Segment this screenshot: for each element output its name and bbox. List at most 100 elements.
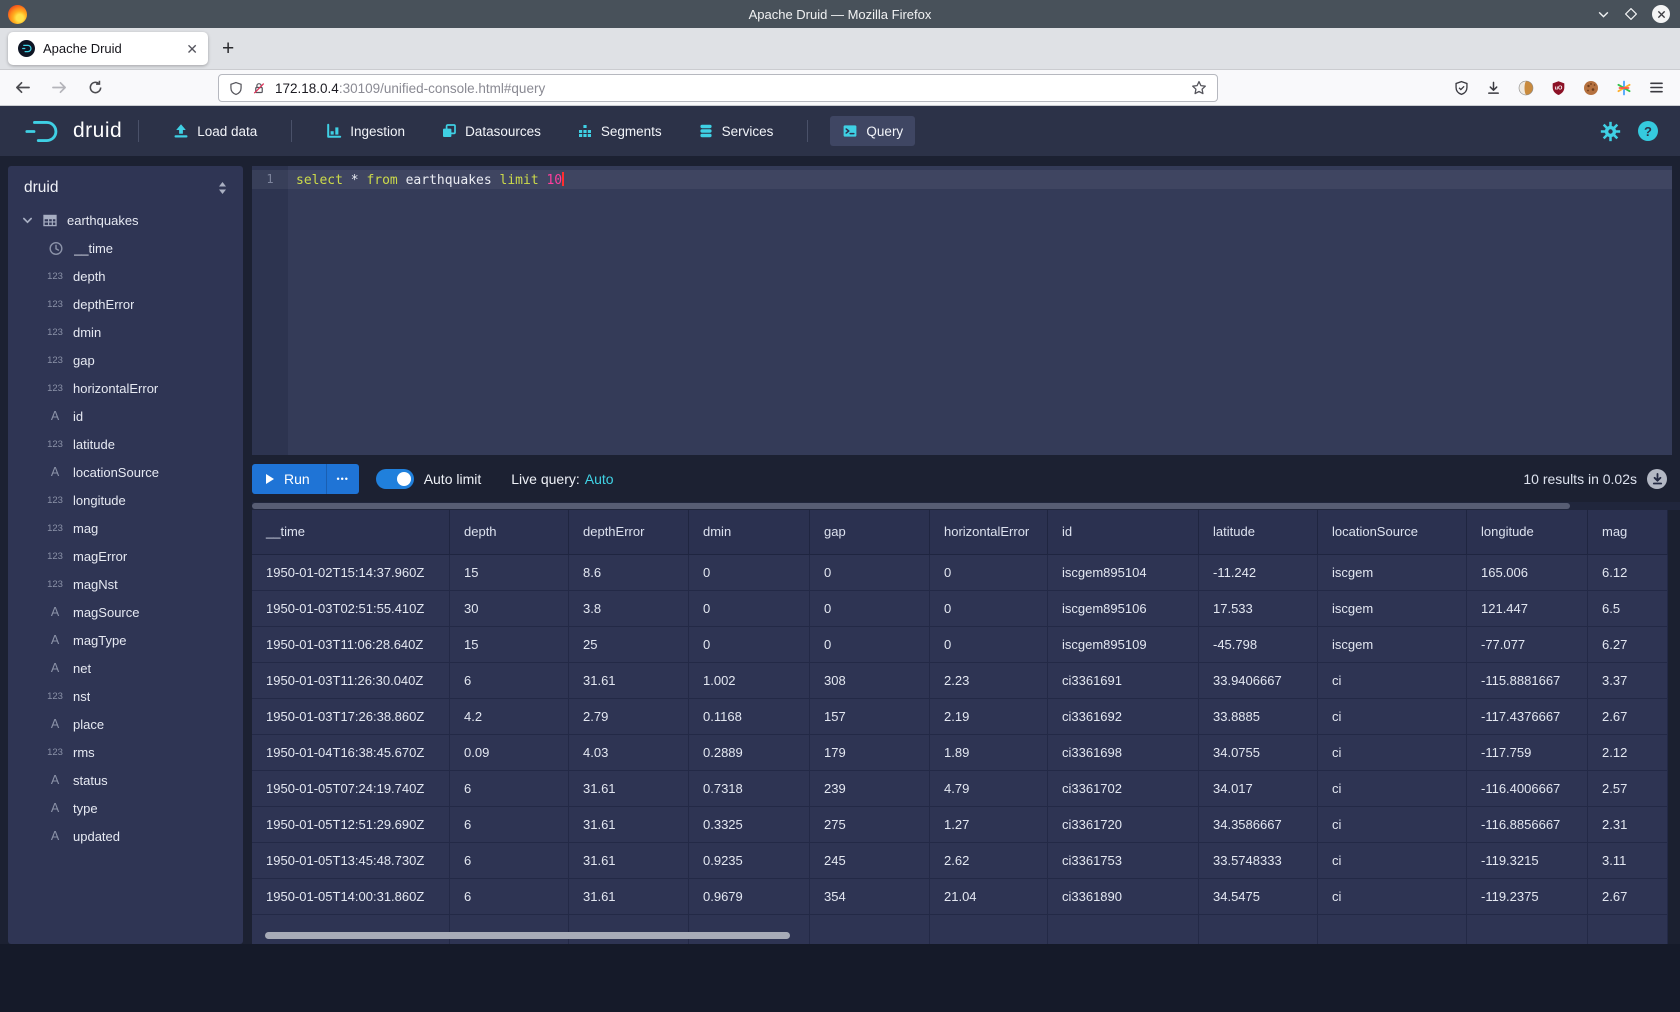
menu-hamburger-icon[interactable] (1649, 81, 1664, 94)
table-cell[interactable]: 2.31 (1588, 807, 1668, 843)
bookmark-star-icon[interactable] (1191, 80, 1207, 96)
table-cell[interactable]: 0.7318 (689, 771, 810, 807)
table-cell[interactable]: 2.79 (569, 699, 689, 735)
auto-limit-toggle[interactable] (376, 469, 414, 489)
column-item-depth[interactable]: 123depth (8, 262, 243, 290)
column-item-net[interactable]: Anet (8, 654, 243, 682)
column-item-horizontalError[interactable]: 123horizontalError (8, 374, 243, 402)
column-item-nst[interactable]: 123nst (8, 682, 243, 710)
column-item-magError[interactable]: 123magError (8, 542, 243, 570)
table-cell[interactable]: ci (1318, 663, 1467, 699)
druid-logo[interactable]: druid (24, 118, 122, 145)
table-cell[interactable]: 1950-01-05T07:24:19.740Z (252, 771, 450, 807)
table-cell[interactable]: 2.19 (930, 699, 1048, 735)
table-cell[interactable]: ci (1318, 771, 1467, 807)
header-longitude[interactable]: longitude (1467, 510, 1588, 555)
table-cell[interactable]: 1950-01-03T02:51:55.410Z (252, 591, 450, 627)
table-cell[interactable]: 34.3586667 (1199, 807, 1318, 843)
tab-close-icon[interactable]: ✕ (186, 42, 198, 56)
table-cell[interactable]: iscgem895104 (1048, 555, 1199, 591)
table-cell[interactable]: 0 (689, 555, 810, 591)
header-__time[interactable]: __time (252, 510, 450, 555)
table-cell[interactable]: 33.5748333 (1199, 843, 1318, 879)
table-cell[interactable]: 0 (930, 555, 1048, 591)
table-cell[interactable]: 0 (810, 627, 930, 663)
table-cell[interactable]: ci3361720 (1048, 807, 1199, 843)
downloads-icon[interactable] (1486, 80, 1501, 96)
table-cell[interactable]: 6 (450, 771, 569, 807)
column-item-depthError[interactable]: 123depthError (8, 290, 243, 318)
column-item-latitude[interactable]: 123latitude (8, 430, 243, 458)
table-cell[interactable]: 3.37 (1588, 663, 1668, 699)
settings-gear-icon[interactable] (1600, 121, 1621, 142)
table-cell[interactable]: 1950-01-04T16:38:45.670Z (252, 735, 450, 771)
column-item-id[interactable]: Aid (8, 402, 243, 430)
table-cell[interactable]: 157 (810, 699, 930, 735)
table-cell[interactable]: 6 (450, 807, 569, 843)
table-cell[interactable]: -119.2375 (1467, 879, 1588, 915)
forward-icon[interactable] (51, 80, 68, 95)
table-cell[interactable]: 0.2889 (689, 735, 810, 771)
table-cell[interactable]: ci (1318, 807, 1467, 843)
table-cell[interactable]: 6.5 (1588, 591, 1668, 627)
column-item-status[interactable]: Astatus (8, 766, 243, 794)
table-cell[interactable]: ci3361698 (1048, 735, 1199, 771)
table-cell[interactable]: 34.0755 (1199, 735, 1318, 771)
table-cell[interactable]: 1950-01-03T11:26:30.040Z (252, 663, 450, 699)
table-cell[interactable]: 0 (689, 627, 810, 663)
table-cell[interactable]: 1950-01-05T13:45:48.730Z (252, 843, 450, 879)
sort-swap-icon[interactable] (216, 181, 229, 195)
table-cell[interactable]: 2.62 (930, 843, 1048, 879)
snowflake-extension-icon[interactable] (1616, 80, 1632, 96)
url-bar[interactable]: 172.18.0.4:30109/unified-console.html#qu… (218, 74, 1218, 102)
table-cell[interactable]: 179 (810, 735, 930, 771)
column-item-__time[interactable]: __time (8, 234, 243, 262)
table-cell[interactable]: 1.89 (930, 735, 1048, 771)
window-close-icon[interactable] (1652, 5, 1670, 23)
back-icon[interactable] (14, 80, 31, 95)
table-cell[interactable]: 0.9679 (689, 879, 810, 915)
table-cell[interactable]: 31.61 (569, 771, 689, 807)
table-cell[interactable]: 0 (810, 591, 930, 627)
table-cell[interactable]: ci (1318, 879, 1467, 915)
table-cell[interactable]: ci3361691 (1048, 663, 1199, 699)
table-cell[interactable]: 245 (810, 843, 930, 879)
table-cell[interactable]: 33.9406667 (1199, 663, 1318, 699)
table-cell[interactable]: 1950-01-02T15:14:37.960Z (252, 555, 450, 591)
table-cell[interactable]: 3.11 (1588, 843, 1668, 879)
table-cell[interactable]: 34.017 (1199, 771, 1318, 807)
table-cell[interactable]: 2.67 (1588, 879, 1668, 915)
table-cell[interactable]: ci3361702 (1048, 771, 1199, 807)
nav-item-segments[interactable]: Segments (565, 116, 674, 146)
table-cell[interactable]: 1950-01-03T11:06:28.640Z (252, 627, 450, 663)
column-item-mag[interactable]: 123mag (8, 514, 243, 542)
table-cell[interactable]: 21.04 (930, 879, 1048, 915)
table-cell[interactable]: iscgem895106 (1048, 591, 1199, 627)
table-cell[interactable]: -77.077 (1467, 627, 1588, 663)
table-cell[interactable]: 2.12 (1588, 735, 1668, 771)
tracking-shield-icon[interactable] (229, 81, 243, 96)
help-icon[interactable]: ? (1638, 121, 1658, 141)
table-cell[interactable]: 0 (930, 627, 1048, 663)
table-cell[interactable]: ci3361692 (1048, 699, 1199, 735)
header-horizontalError[interactable]: horizontalError (930, 510, 1048, 555)
run-more-button[interactable]: ••• (326, 464, 359, 494)
table-cell[interactable]: 0 (689, 591, 810, 627)
table-cell[interactable]: 15 (450, 555, 569, 591)
header-gap[interactable]: gap (810, 510, 930, 555)
table-cell[interactable]: 31.61 (569, 663, 689, 699)
table-cell[interactable]: 0.1168 (689, 699, 810, 735)
column-item-place[interactable]: Aplace (8, 710, 243, 738)
column-item-gap[interactable]: 123gap (8, 346, 243, 374)
table-cell[interactable]: iscgem (1318, 627, 1467, 663)
table-cell[interactable]: -119.3215 (1467, 843, 1588, 879)
table-cell[interactable]: 2.57 (1588, 771, 1668, 807)
pocket-shield-icon[interactable] (1454, 80, 1469, 96)
table-cell[interactable]: -45.798 (1199, 627, 1318, 663)
extension-gnome-icon[interactable] (1518, 80, 1534, 96)
run-button[interactable]: Run (252, 464, 326, 494)
table-cell[interactable]: 31.61 (569, 807, 689, 843)
table-cell[interactable]: 31.61 (569, 879, 689, 915)
header-dmin[interactable]: dmin (689, 510, 810, 555)
nav-item-load-data[interactable]: Load data (161, 116, 269, 146)
